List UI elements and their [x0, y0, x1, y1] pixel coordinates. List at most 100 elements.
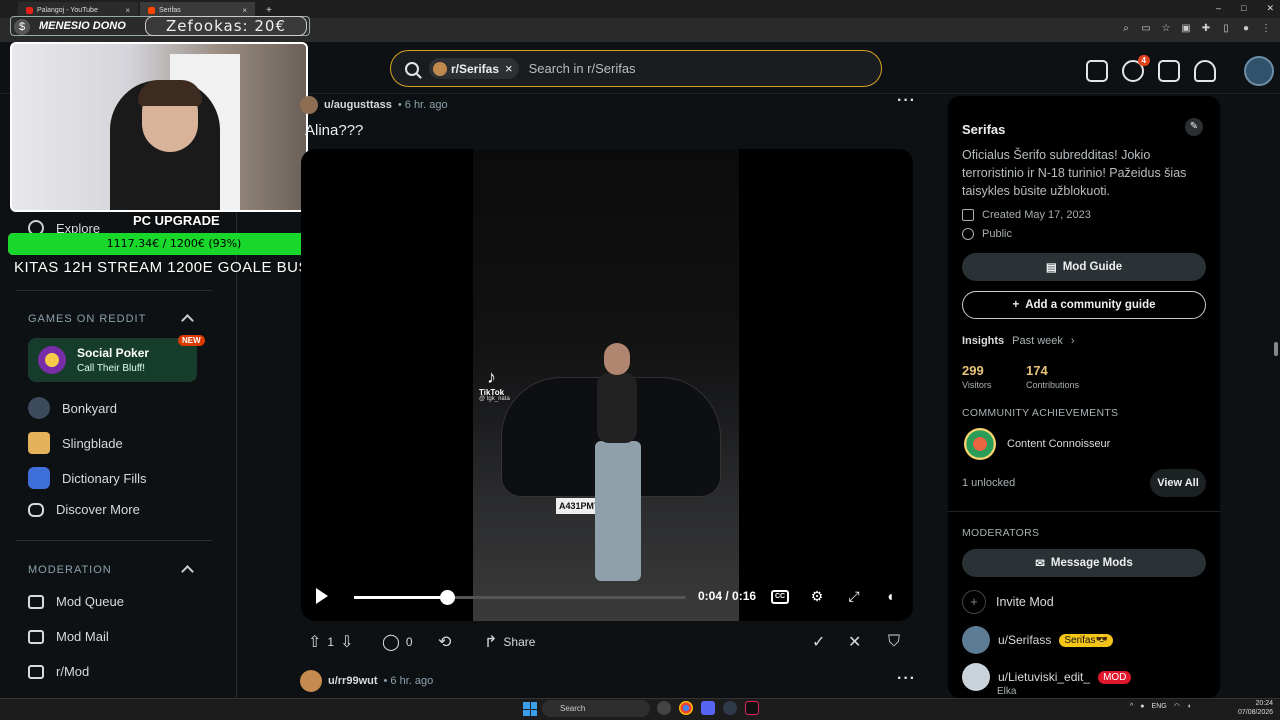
sidebar-item-mod-mail[interactable]: Mod Mail	[28, 629, 109, 644]
chat-icon[interactable]: 4	[1122, 55, 1150, 82]
post-title[interactable]: Alina???	[305, 122, 363, 139]
message-mods-button[interactable]: ✉ Message Mods	[962, 549, 1206, 577]
bookmark-star-icon[interactable]: ☆	[1160, 22, 1172, 34]
notifications-bell-icon[interactable]	[1194, 60, 1216, 82]
page-scrollbar[interactable]	[1272, 94, 1280, 698]
close-window-button[interactable]: ✕	[1266, 3, 1274, 14]
video-frame: А431РМ790 ♪ TikTok @ tgk_nata	[473, 149, 739, 621]
share-label: Share	[503, 635, 536, 649]
tiktok-app-icon[interactable]	[745, 701, 759, 715]
steam-icon[interactable]	[723, 701, 737, 715]
volume-icon[interactable]: ◖	[881, 587, 899, 605]
downvote-icon[interactable]: ⇩	[340, 632, 353, 652]
sidebar-item-r-mod[interactable]: r/Mod	[28, 664, 89, 679]
taskbar-clock[interactable]: 20:24 07/08/2026	[1238, 699, 1273, 717]
split-icon[interactable]: ▯	[1220, 22, 1232, 34]
chevron-up-icon[interactable]	[181, 314, 194, 327]
moderation-section-title[interactable]: MODERATION	[28, 564, 112, 576]
edit-pencil-icon[interactable]: ✎	[1185, 118, 1203, 136]
chevron-up-icon[interactable]	[181, 565, 194, 578]
author-avatar[interactable]	[300, 670, 322, 692]
subreddit-avatar	[433, 61, 447, 76]
cast-icon[interactable]: ▭	[1140, 22, 1152, 34]
insights-header[interactable]: Insights Past week ›	[962, 335, 1075, 347]
share-button[interactable]: ↱ Share	[484, 628, 535, 656]
close-tab-icon[interactable]: ×	[242, 6, 247, 15]
menu-icon[interactable]: ⋮	[1260, 22, 1272, 34]
sidebar-item-discover-more[interactable]: Discover More	[28, 502, 140, 517]
dictionary-fills-icon	[28, 467, 50, 489]
play-icon[interactable]	[316, 588, 328, 604]
search-placeholder[interactable]: Search in r/Serifas	[529, 61, 636, 76]
scrubber-handle[interactable]	[439, 590, 455, 605]
search-bar[interactable]: r/Serifas × Search in r/Serifas	[390, 50, 882, 87]
view-all-button[interactable]: View All	[1150, 469, 1206, 497]
crosspost-button[interactable]: ⟲	[438, 628, 451, 656]
sidebar-item-mod-queue[interactable]: Mod Queue	[28, 594, 124, 609]
visibility-text: Public	[982, 228, 1012, 240]
featured-game-card[interactable]: Social Poker Call Their Bluff! NEW	[28, 335, 205, 382]
video-scrubber[interactable]	[354, 590, 686, 605]
settings-gear-icon[interactable]: ⚙	[808, 587, 826, 605]
post-options-icon[interactable]: ···	[897, 92, 916, 110]
minimize-button[interactable]: –	[1216, 3, 1221, 14]
chevron-up-icon[interactable]: ^	[1130, 703, 1133, 710]
mail-icon: ✉	[1035, 558, 1045, 570]
figure-head	[604, 343, 630, 375]
post-author[interactable]: u/rr99wut	[328, 675, 378, 687]
extension-icon[interactable]: ▣	[1180, 22, 1192, 34]
stat-visitors: 299 Visitors	[962, 363, 991, 390]
comments-button[interactable]: ◯ 0	[382, 628, 413, 656]
taskbar-search[interactable]: Search	[542, 700, 650, 717]
post-age: • 6 hr. ago	[397, 99, 448, 111]
mod-shield-button[interactable]: ⛉	[888, 628, 900, 656]
fullscreen-icon[interactable]: ⤢	[845, 587, 863, 605]
invite-mod-button[interactable]: + Invite Mod	[962, 590, 1054, 614]
wifi-icon[interactable]: ◠	[1174, 702, 1180, 710]
moderator-name: u/Serifass	[998, 633, 1052, 647]
insights-period: Past week	[1012, 335, 1063, 347]
captions-icon[interactable]: CC	[771, 590, 789, 604]
language-indicator[interactable]: ENG	[1152, 703, 1167, 710]
sidebar-item-slingblade[interactable]: Slingblade	[28, 432, 123, 454]
profile-icon[interactable]: ●	[1240, 22, 1252, 34]
close-tab-icon[interactable]: ×	[125, 6, 130, 15]
mod-guide-button[interactable]: ▤ Mod Guide	[962, 253, 1206, 281]
moderator-flair: MOD	[1098, 670, 1132, 684]
scrollbar-thumb[interactable]	[1274, 342, 1278, 356]
advertise-icon[interactable]	[1086, 60, 1108, 82]
book-icon: ▤	[1045, 262, 1057, 274]
zoom-icon[interactable]: ⌕	[1120, 22, 1132, 34]
upvote-icon[interactable]: ⇧	[308, 632, 321, 652]
windows-start-icon[interactable]	[523, 702, 537, 716]
scrubber-fill	[354, 596, 447, 599]
moderator-row[interactable]: u/Lietuviski_edit_ MOD	[962, 663, 1132, 691]
remove-button[interactable]: ✕	[848, 628, 861, 656]
goal-progress-text: 1117.34€ / 1200€ (93%)	[106, 237, 242, 250]
post-options-icon[interactable]: ···	[897, 670, 916, 688]
author-avatar[interactable]	[300, 96, 318, 114]
volume-tray-icon[interactable]: ◖	[1187, 703, 1191, 710]
video-player[interactable]: А431РМ790 ♪ TikTok @ tgk_nata 0:04 / 0:1…	[301, 149, 913, 621]
discord-icon[interactable]	[701, 701, 715, 715]
remove-chip-icon[interactable]: ×	[505, 61, 513, 76]
subreddit-chip[interactable]: r/Serifas ×	[429, 58, 519, 79]
mic-icon[interactable]: ●	[1140, 703, 1144, 710]
chrome-icon[interactable]	[679, 701, 693, 715]
webcam-feed	[10, 42, 308, 212]
video-timecode: 0:04 / 0:16	[698, 589, 757, 603]
add-community-guide-button[interactable]: + Add a community guide	[962, 291, 1206, 319]
puzzle-icon[interactable]: ✚	[1200, 22, 1212, 34]
sidebar-item-dictionary-fills[interactable]: Dictionary Fills	[28, 467, 147, 489]
games-section-title[interactable]: GAMES ON REDDIT	[28, 313, 146, 325]
post-author[interactable]: u/augusttass	[324, 99, 392, 111]
create-post-icon[interactable]	[1158, 60, 1180, 82]
community-description: Oficialus Šerifo subredditas! Jokio terr…	[962, 148, 1187, 198]
sidebar-item-bonkyard[interactable]: Bonkyard	[28, 397, 117, 419]
user-avatar[interactable]	[1244, 56, 1274, 86]
github-icon[interactable]	[657, 701, 671, 715]
goal-footer-text: KITAS 12H STREAM 1200E GOALE BUS	[14, 259, 309, 276]
maximize-button[interactable]: □	[1241, 3, 1246, 14]
moderator-row[interactable]: u/Serifass Serifas😎	[962, 626, 1113, 654]
approve-button[interactable]: ✓	[812, 628, 825, 656]
